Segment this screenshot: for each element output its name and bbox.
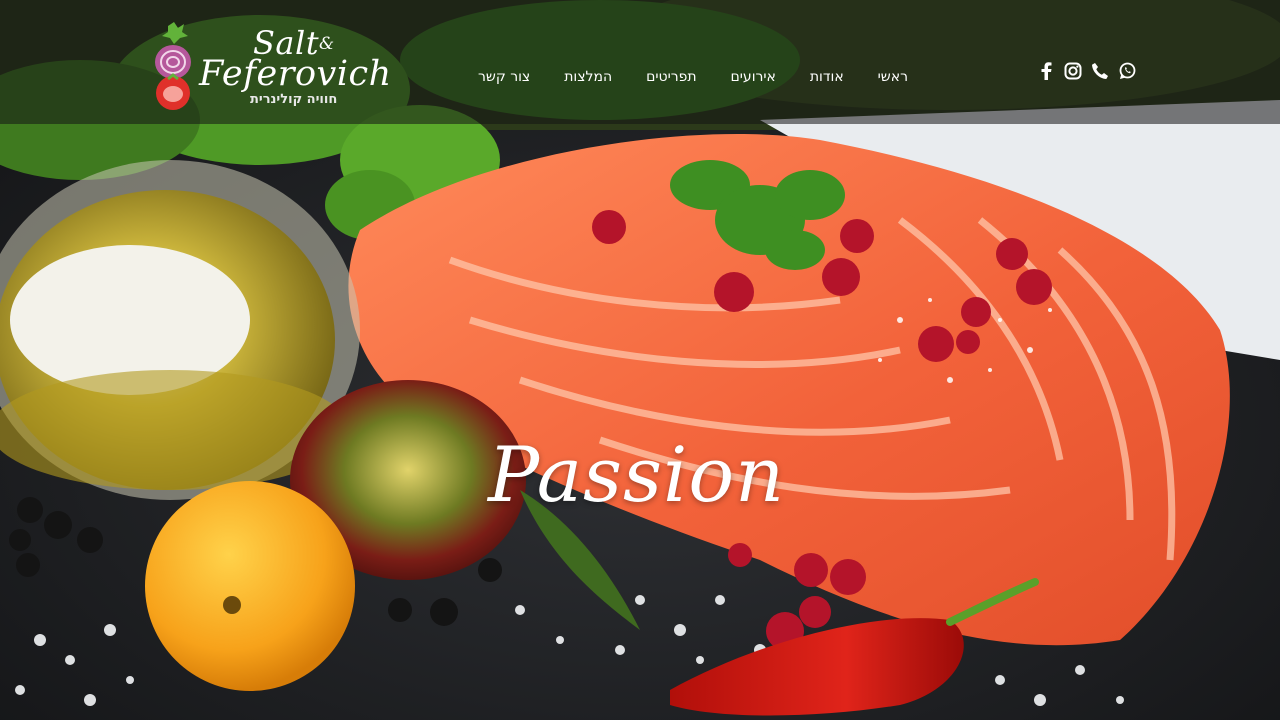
hero-headline: Passion: [488, 430, 786, 519]
facebook-icon[interactable]: [1036, 61, 1056, 81]
onion-tomato-logo-icon: [155, 22, 191, 110]
nav-item-recommendations[interactable]: המלצות: [564, 69, 612, 85]
brand-name-line2: Feferovich: [199, 54, 392, 94]
main-nav: ראשי אודות אירועים תפריטים המלצות צור קש…: [478, 66, 908, 88]
nav-item-about[interactable]: אודות: [810, 69, 844, 85]
instagram-icon[interactable]: [1063, 61, 1083, 81]
brand-ampersand: &: [319, 34, 335, 54]
nav-item-events[interactable]: אירועים: [731, 69, 776, 85]
nav-item-contact[interactable]: צור קשר: [478, 69, 530, 85]
whatsapp-icon[interactable]: [1117, 61, 1137, 81]
nav-item-menus[interactable]: תפריטים: [646, 69, 696, 85]
social-links: [1036, 61, 1137, 81]
phone-icon[interactable]: [1090, 61, 1110, 81]
nav-item-home[interactable]: ראשי: [878, 69, 908, 85]
brand-tagline: חוויה קולינרית: [250, 92, 338, 107]
brand-logo[interactable]: Salt & Feferovich חוויה קולינרית: [150, 22, 395, 114]
